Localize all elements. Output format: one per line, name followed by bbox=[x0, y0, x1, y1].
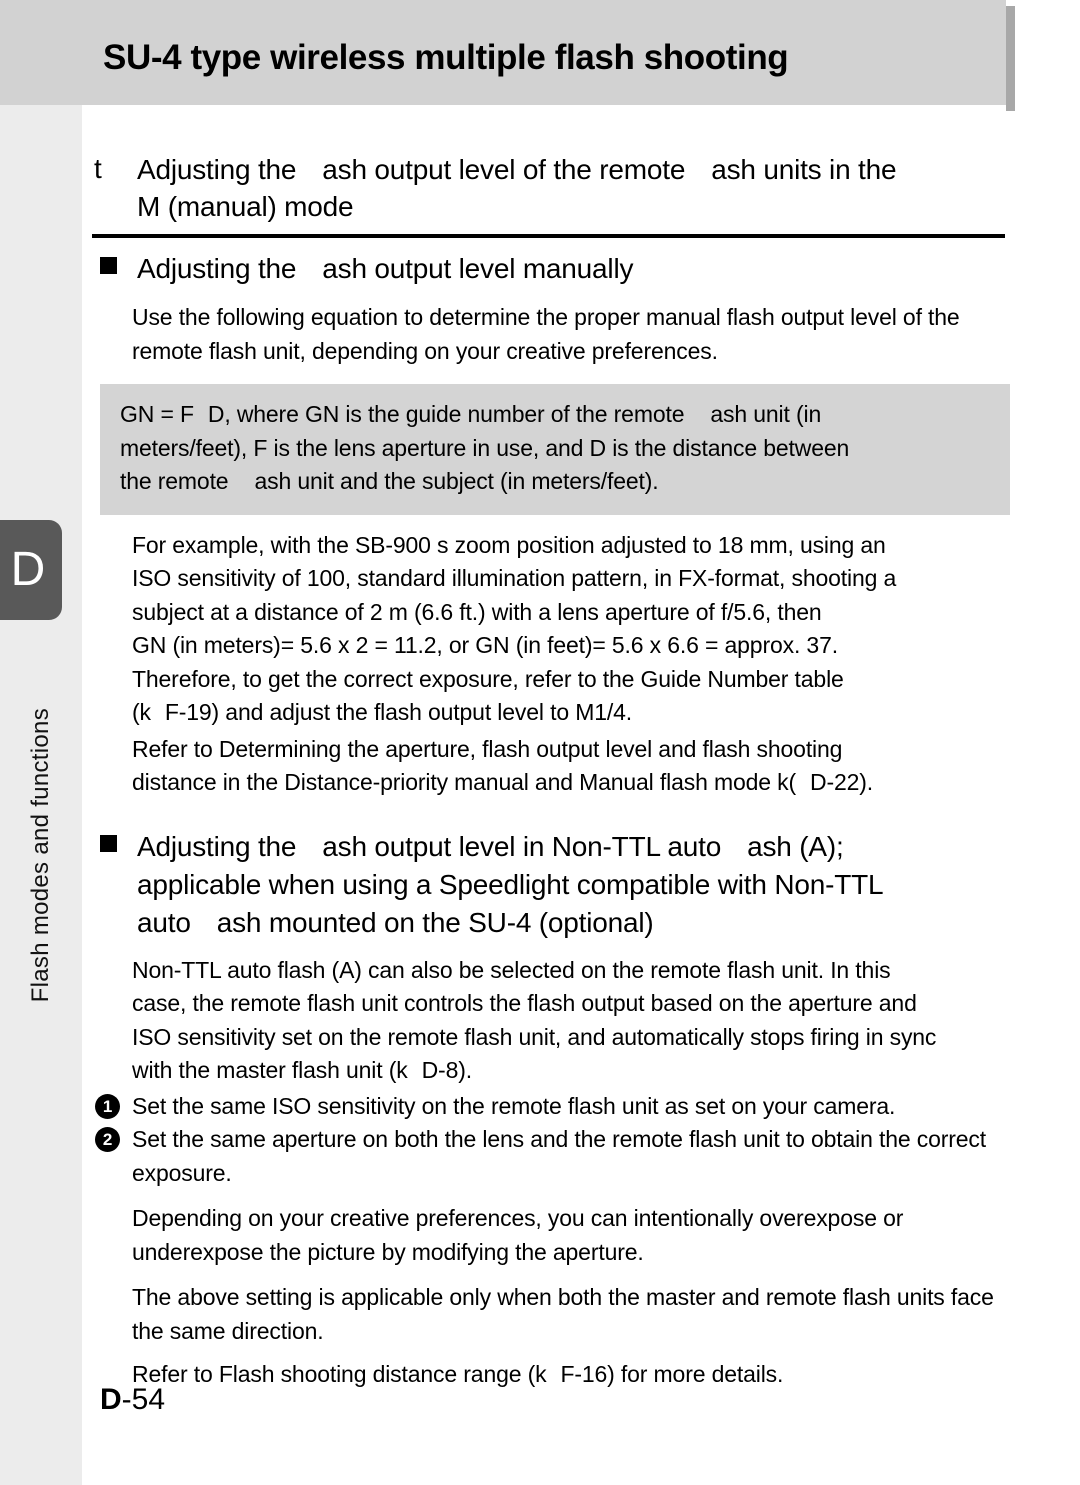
page-number-value: -54 bbox=[121, 1383, 166, 1416]
section-heading-text-a: Adjusting the bbox=[137, 154, 297, 185]
paragraph-example: For example, with the SB-900 s zoom posi… bbox=[92, 529, 1022, 730]
section-heading-text-b: ash output level of the remote bbox=[322, 154, 686, 185]
example-line-6-a: (k bbox=[132, 699, 151, 725]
page-title: SU-4 type wireless multiple flash shooti… bbox=[103, 38, 789, 77]
equation-line-1-b: D, where GN is the guide number of the r… bbox=[207, 401, 685, 427]
chapter-tab-d: D bbox=[0, 520, 62, 620]
example-line-6-b: F-19) and adjust the flash output level … bbox=[164, 699, 632, 725]
paragraph-refer-1: Refer to Determining the aperture, flash… bbox=[92, 733, 1022, 800]
square-bullet-icon bbox=[100, 834, 117, 852]
subheading-adjust-manually: Adjusting the ash output level manually bbox=[92, 250, 1022, 288]
example-line-4: GN (in meters)= 5.6 x 2 = 11.2, or GN (i… bbox=[132, 632, 838, 658]
heading-divider bbox=[92, 234, 1005, 238]
list-item: 1 Set the same ISO sensitivity on the re… bbox=[92, 1090, 1022, 1124]
subheading-1-text-a: Adjusting the bbox=[137, 253, 297, 284]
refer-2-text-a: Refer to Flash shooting distance range (… bbox=[132, 1361, 547, 1387]
para-2-line-3: ISO sensitivity set on the remote flash … bbox=[132, 1023, 937, 1050]
section-heading-manual-mode: t Adjusting the ash output level of the r… bbox=[92, 151, 1022, 225]
equation-line-3: the remote ash unit and the subject (in m… bbox=[120, 465, 990, 499]
section-heading-line2: M (manual) mode bbox=[137, 191, 354, 222]
refer-1-line-1: Refer to Determining the aperture, flash… bbox=[132, 735, 843, 762]
sidebar-chapter-label: Flash modes and functions bbox=[0, 645, 82, 1065]
refer-2-text-b: F-16) for more details. bbox=[560, 1361, 784, 1387]
chapter-banner: SU-4 type wireless multiple flash shooti… bbox=[0, 0, 1015, 111]
subheading-2-line-1-c: ash (A); bbox=[747, 830, 844, 862]
chapter-tab-letter: D bbox=[10, 543, 46, 596]
refer-1-line-2-b: D-22). bbox=[809, 769, 873, 795]
equation-line-3-b: ash unit and the subject (in meters/feet… bbox=[254, 468, 659, 494]
subheading-2-line-1-b: ash output level in Non-TTL auto bbox=[322, 830, 722, 862]
example-line-5: Therefore, to get the correct exposure, … bbox=[132, 665, 844, 692]
page-number-footer: D-54 bbox=[100, 1383, 165, 1417]
example-line-2: ISO sensitivity of 100, standard illumin… bbox=[132, 565, 897, 591]
page-number-letter: D bbox=[100, 1383, 122, 1416]
sidebar-chapter-label-text: Flash modes and functions bbox=[27, 707, 54, 1003]
example-line-1: For example, with the SB-900 s zoom posi… bbox=[132, 531, 886, 558]
square-bullet-icon bbox=[100, 257, 117, 274]
equation-line-2: meters/feet), F is the lens aperture in … bbox=[120, 434, 850, 461]
list-item: 2 Set the same aperture on both the lens… bbox=[92, 1123, 1022, 1190]
paragraph-refer-2: Refer to Flash shooting distance range (… bbox=[92, 1358, 1022, 1392]
list-item-text: Set the same ISO sensitivity on the remo… bbox=[132, 1092, 896, 1119]
subheading-2-line-3-a: auto bbox=[137, 906, 191, 938]
para-2-line-2: case, the remote flash unit controls the… bbox=[132, 990, 917, 1016]
page-content: t Adjusting the ash output level of the r… bbox=[92, 105, 1022, 1392]
list-item-text: Set the same aperture on both the lens a… bbox=[132, 1126, 986, 1186]
subheading-2-line-1-a: Adjusting the bbox=[137, 830, 297, 862]
para-2-line-1: Non-TTL auto flash (A) can also be selec… bbox=[132, 956, 891, 983]
number-badge-2-icon: 2 bbox=[95, 1127, 120, 1152]
equation-line-1: GN = F D, where GN is the guide number of… bbox=[120, 398, 990, 432]
subheading-2-line-2: applicable when using a Speedlight compa… bbox=[137, 868, 884, 900]
subheading-non-ttl-auto: Adjusting the ash output level in Non-TTL… bbox=[92, 828, 1022, 942]
example-line-3: subject at a distance of 2 m (6.6 ft.) w… bbox=[132, 598, 822, 625]
subheading-2-line-3-b: ash mounted on the SU-4 (optional) bbox=[216, 906, 654, 938]
number-badge-1-icon: 1 bbox=[95, 1093, 120, 1119]
equation-line-1-c: ash unit (in bbox=[710, 401, 822, 427]
paragraph-non-ttl-description: Non-TTL auto flash (A) can also be selec… bbox=[92, 954, 1022, 1088]
section-bullet-icon: t bbox=[94, 153, 102, 184]
chapter-sidebar: D Flash modes and functions bbox=[0, 105, 82, 1485]
para-2-line-4-a: with the master flash unit (k bbox=[132, 1057, 408, 1083]
equation-line-1-a: GN = F bbox=[120, 401, 194, 427]
para-2-line-4-b: D-8). bbox=[421, 1057, 473, 1083]
refer-1-line-2-a: distance in the Distance-priority manual… bbox=[132, 769, 796, 795]
section-heading-text-c: ash units in the bbox=[711, 154, 897, 185]
equation-line-3-a: the remote bbox=[120, 468, 229, 494]
subheading-1-text-b: ash output level manually bbox=[322, 253, 634, 284]
equation-callout-box: GN = F D, where GN is the guide number of… bbox=[100, 384, 1010, 515]
paragraph-same-direction: The above setting is applicable only whe… bbox=[132, 1284, 994, 1344]
paragraph-equation-intro: Use the following equation to determine … bbox=[132, 304, 960, 364]
paragraph-creative-preferences: Depending on your creative preferences, … bbox=[132, 1205, 904, 1265]
